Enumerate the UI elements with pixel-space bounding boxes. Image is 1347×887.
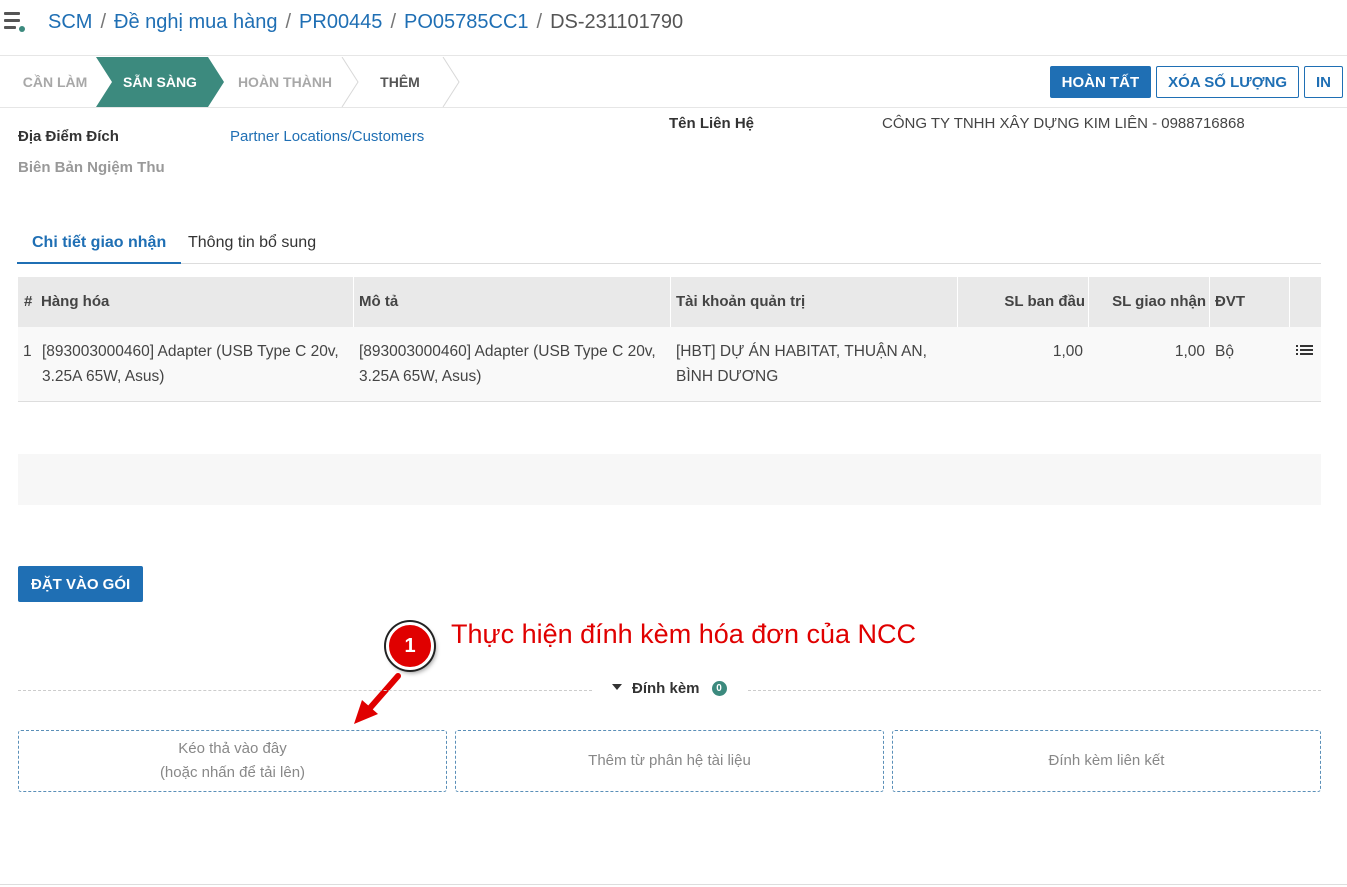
breadcrumb-separator: / (390, 11, 396, 33)
col-delivered-qty[interactable]: SL giao nhận (1088, 277, 1209, 327)
step-number-badge: 1 (386, 622, 434, 670)
table-row[interactable]: 1 [893003000460] Adapter (USB Type C 20v… (18, 327, 1321, 402)
col-options (1289, 277, 1321, 327)
row-index: 1 (23, 343, 32, 360)
attachments-divider-left (18, 690, 592, 691)
action-buttons: HOÀN TẤT XÓA SỐ LƯỢNG IN (1049, 66, 1343, 98)
tab-delivery-detail[interactable]: Chi tiết giao nhận (17, 222, 182, 264)
destination-link[interactable]: Partner Locations/Customers (230, 128, 424, 145)
attachments-count-badge: 0 (711, 680, 727, 696)
attachments-toggle[interactable]: Đính kèm 0 (612, 680, 727, 697)
table-header: # Hàng hóa Mô tả Tài khoản quản trị SL b… (18, 277, 1321, 327)
stage-todo[interactable]: CẦN LÀM (0, 57, 110, 107)
annotation-note: Thực hiện đính kèm hóa đơn của NCC (451, 619, 917, 649)
row-product[interactable]: [893003000460] Adapter (USB Type C 20v, … (42, 339, 354, 389)
row-uom[interactable]: Bộ (1215, 339, 1234, 364)
col-product[interactable]: Hàng hóa (41, 277, 109, 327)
detailed-operations-icon[interactable] (1296, 345, 1313, 357)
destination-label: Địa Điểm Đích (18, 128, 119, 145)
upload-dropzone[interactable]: Kéo thả vào đây (hoặc nhấn để tải lên) (18, 730, 447, 792)
notebook-tabs: Chi tiết giao nhận Thông tin bổ sung (17, 222, 1321, 264)
breadcrumb-separator: / (285, 11, 292, 33)
breadcrumb-separator: / (536, 11, 543, 33)
contact-label: Tên Liên Hệ (669, 115, 755, 132)
stage-ready[interactable]: SẴN SÀNG (96, 57, 224, 107)
dropzone-line-1: Kéo thả vào đây (178, 740, 287, 757)
attachments-title: Đính kèm (632, 680, 700, 697)
breadcrumb-scm[interactable]: SCM (48, 11, 92, 33)
attach-link-button[interactable]: Đính kèm liên kết (892, 730, 1321, 792)
breadcrumb-po[interactable]: PO05785CC1 (404, 11, 529, 33)
tab-extra-info[interactable]: Thông tin bổ sung (173, 222, 331, 264)
bottom-divider (0, 884, 1347, 885)
col-index: # (24, 293, 33, 310)
row-description[interactable]: [893003000460] Adapter (USB Type C 20v, … (359, 339, 671, 389)
breadcrumb: SCM / Đề nghị mua hàng / PR00445 / PO05785CC1 /… (48, 10, 683, 34)
add-from-documents-button[interactable]: Thêm từ phân hệ tài liệu (455, 730, 884, 792)
breadcrumb-separator: / (100, 11, 107, 33)
print-button[interactable]: IN (1304, 66, 1343, 98)
caret-down-icon (612, 684, 622, 691)
put-in-pack-button[interactable]: ĐẶT VÀO GÓI (18, 566, 144, 602)
attach-link-label: Đính kèm liên kết (1048, 752, 1165, 769)
stage-more[interactable]: THÊM (350, 57, 450, 107)
row-initial-qty: 1,00 (1052, 343, 1083, 360)
top-bar: SCM / Đề nghị mua hàng / PR00445 / PO05785CC1 /… (0, 0, 1347, 56)
acceptance-report-label: Biên Bản Ngiệm Thu (18, 159, 165, 176)
breadcrumb-current: DS-231101790 (550, 11, 684, 33)
contact-value: CÔNG TY TNHH XÂY DỰNG KIM LIÊN - 0988716… (882, 115, 1245, 132)
col-account[interactable]: Tài khoản quản trị (670, 277, 805, 327)
attachments-divider-right (748, 690, 1321, 691)
breadcrumb-pr[interactable]: PR00445 (299, 11, 382, 33)
clear-quantity-button[interactable]: XÓA SỐ LƯỢNG (1156, 66, 1299, 98)
row-account[interactable]: [HBT] DỰ ÁN HABITAT, THUẬN AN, BÌNH DƯƠN… (676, 339, 954, 389)
dropzone-line-2: (hoặc nhấn để tải lên) (159, 764, 306, 781)
stage-done[interactable]: HOÀN THÀNH (224, 57, 346, 107)
col-uom[interactable]: ĐVT (1209, 277, 1289, 327)
status-bar: CẦN LÀM SẴN SÀNG HOÀN THÀNH THÊM HOÀN TẤ… (0, 57, 1347, 108)
complete-button[interactable]: HOÀN TẤT (1049, 66, 1152, 98)
col-description[interactable]: Mô tả (353, 277, 398, 327)
add-from-documents-label: Thêm từ phân hệ tài liệu (588, 752, 751, 769)
breadcrumb-purchase-request-list[interactable]: Đề nghị mua hàng (114, 11, 277, 33)
annotation-arrow-icon (354, 673, 401, 724)
row-delivered-qty[interactable]: 1,00 (1089, 339, 1205, 364)
move-lines-table: # Hàng hóa Mô tả Tài khoản quản trị SL b… (18, 277, 1321, 402)
app-menu-icon[interactable] (4, 12, 26, 32)
col-initial-qty[interactable]: SL ban đầu (957, 277, 1088, 327)
table-empty-row (18, 454, 1321, 505)
